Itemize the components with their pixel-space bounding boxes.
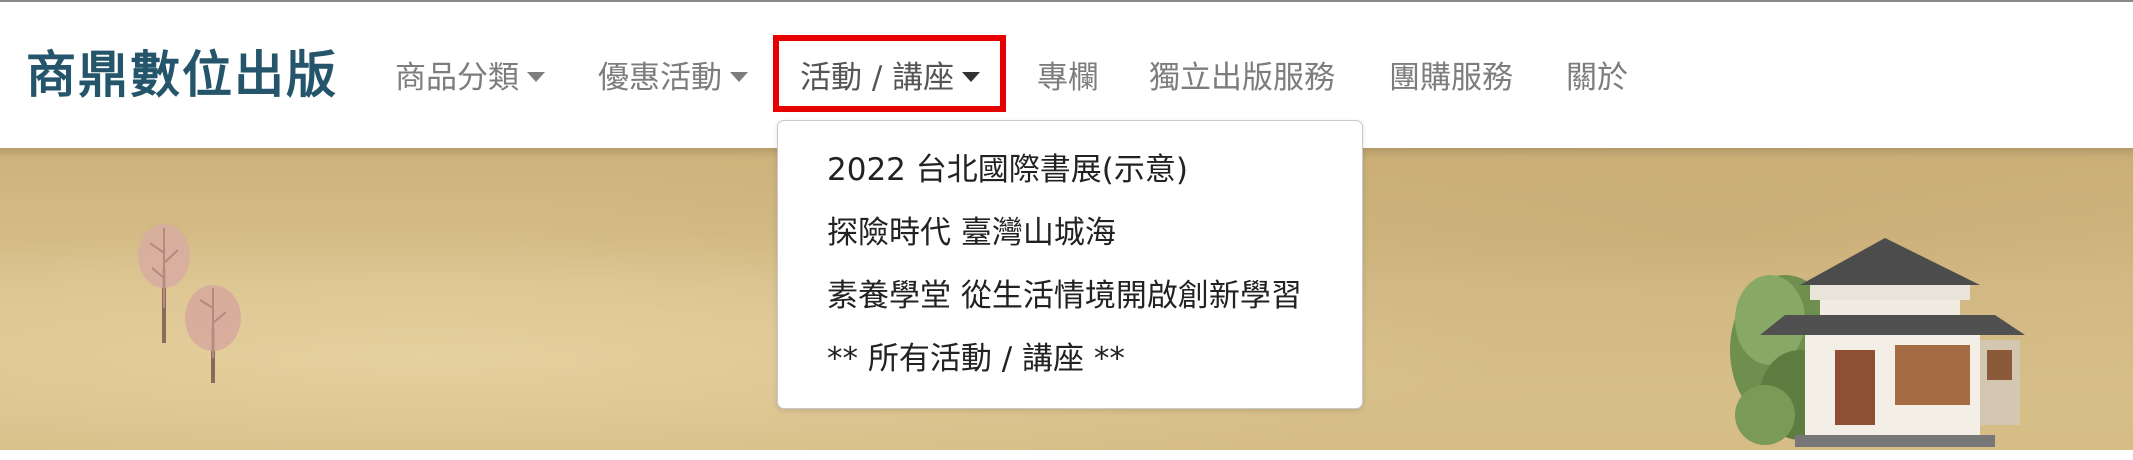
dropdown-item-all-events[interactable]: ** 所有活動 / 講座 ** [827,335,1125,383]
nav-item-label: 獨立出版服務 [1149,60,1335,96]
nav-item-independent-publishing[interactable]: 獨立出版服務 [1149,54,1335,102]
nav-item-label: 活動 / 講座 [800,60,955,96]
house-illustration-icon [1730,238,2025,447]
nav-item-label: 專欄 [1037,60,1099,96]
brand-logo[interactable]: 商鼎數位出版 [26,45,338,105]
nav-item-label: 關於 [1566,60,1628,96]
dropdown-item-adventure-era[interactable]: 探險時代 臺灣山城海 [827,209,1116,257]
dropdown-item-tibe-2022[interactable]: 2022 台北國際書展(示意) [827,146,1188,194]
nav-item-about[interactable]: 關於 [1566,54,1628,102]
nav-item-promotions[interactable]: 優惠活動 [598,54,748,102]
nav-item-columns[interactable]: 專欄 [1037,54,1099,102]
tree-illustration-icon [138,224,241,383]
dropdown-item-literacy-class[interactable]: 素養學堂 從生活情境開啟創新學習 [827,272,1302,320]
nav-item-label: 優惠活動 [598,60,722,96]
nav-item-categories[interactable]: 商品分類 [395,54,545,102]
events-dropdown-menu: 2022 台北國際書展(示意) 探險時代 臺灣山城海 素養學堂 從生活情境開啟創… [777,120,1363,409]
nav-item-label: 商品分類 [395,60,519,96]
nav-item-events-lectures[interactable]: 活動 / 講座 [800,54,981,102]
caret-down-icon [962,72,981,82]
caret-down-icon [730,72,748,82]
nav-item-label: 團購服務 [1389,60,1513,96]
nav-item-group-buying[interactable]: 團購服務 [1389,54,1513,102]
caret-down-icon [527,72,545,82]
